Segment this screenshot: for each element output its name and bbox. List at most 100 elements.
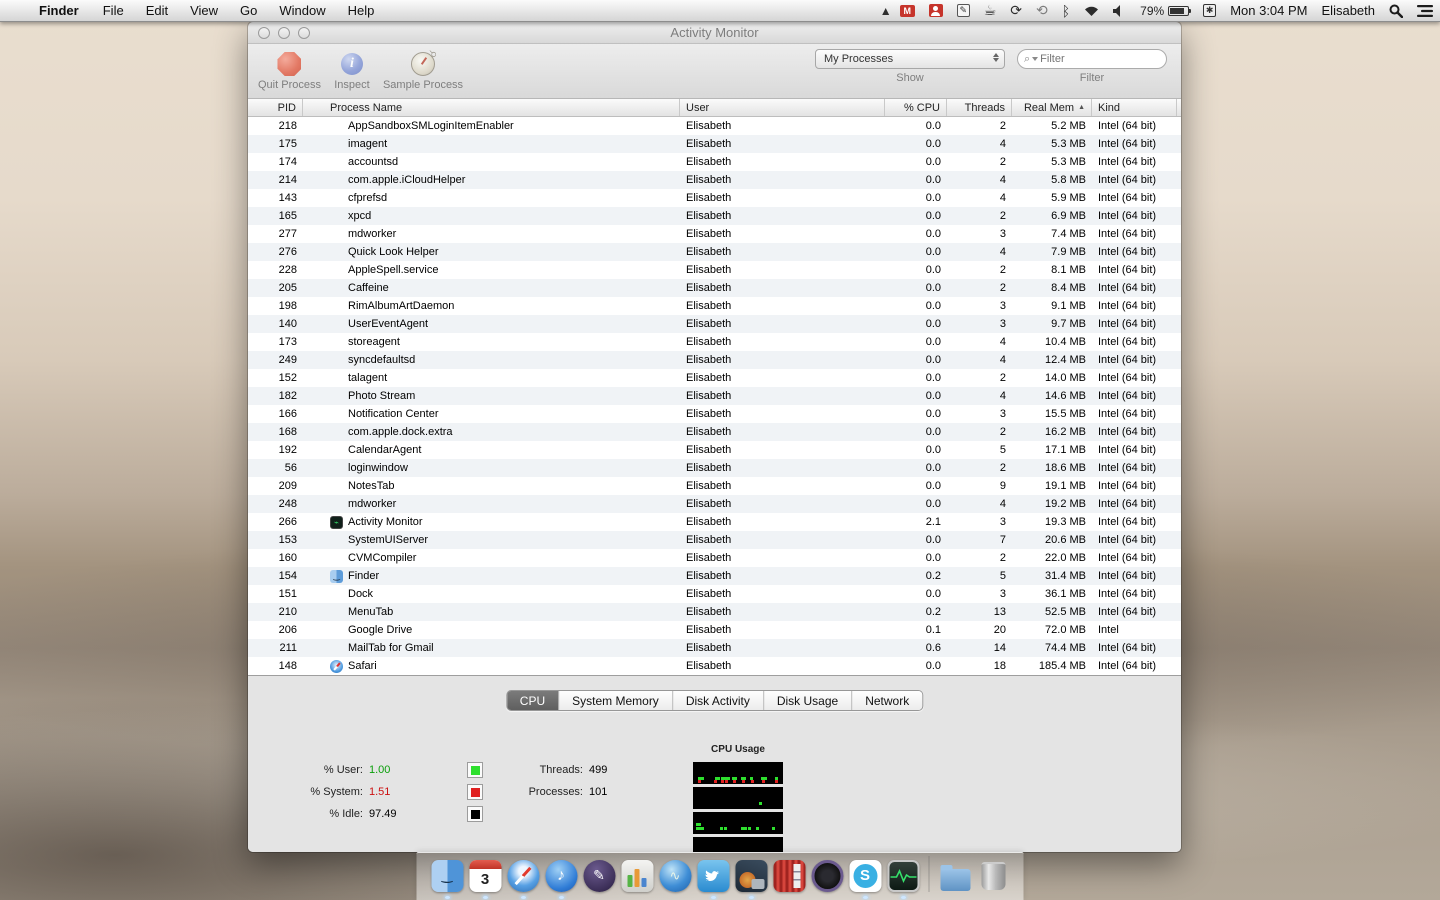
- dock-item-trash[interactable]: [977, 859, 1010, 892]
- dock-item-aperture[interactable]: [811, 859, 844, 892]
- bluetooth-icon[interactable]: ᛒ: [1055, 0, 1077, 21]
- process-row[interactable]: 56 loginwindow Elisabeth 0.0 2 18.6 MB Intel (…: [248, 459, 1181, 477]
- process-row[interactable]: 148 Safari Elisabeth 0.0 18 185.4 MB Intel (64…: [248, 657, 1181, 675]
- quit-process-button[interactable]: Quit Process: [258, 49, 321, 91]
- spotlight-icon[interactable]: [1382, 0, 1410, 21]
- sync-icon[interactable]: ⟳: [1003, 0, 1029, 21]
- menu-item-file[interactable]: File: [92, 0, 135, 22]
- wifi-icon[interactable]: [1077, 0, 1106, 21]
- process-row[interactable]: 218 AppSandboxSMLoginItemEnabler Elisabeth…: [248, 117, 1181, 135]
- menu-item-view[interactable]: View: [179, 0, 229, 22]
- input-menu-icon[interactable]: ✱: [1196, 0, 1223, 21]
- user-color-well[interactable]: [467, 762, 483, 778]
- process-row[interactable]: 143 cfprefsd Elisabeth 0.0 4 5.9 MB Intel (64 …: [248, 189, 1181, 207]
- menu-item-help[interactable]: Help: [337, 0, 386, 22]
- iphoto-icon: [735, 859, 767, 892]
- process-row[interactable]: 151 Dock Elisabeth 0.0 3 36.1 MB Intel (64 bit…: [248, 585, 1181, 603]
- minimize-button[interactable]: [278, 26, 290, 39]
- process-row[interactable]: 209 NotesTab Elisabeth 0.0 9 19.1 MB Intel (64…: [248, 477, 1181, 495]
- dock-item-photo-booth[interactable]: [773, 859, 806, 892]
- tab-system-memory[interactable]: System Memory: [559, 691, 673, 710]
- dock-item-skype[interactable]: S: [849, 859, 882, 899]
- process-row[interactable]: 266 ⌁ Activity Monitor Elisabeth 2.1 3 19.3 MB…: [248, 513, 1181, 531]
- process-row[interactable]: 154 ‿ Finder Elisabeth 0.2 5 31.4 MB Intel (64 …: [248, 567, 1181, 585]
- process-row[interactable]: 214 com.apple.iCloudHelper Elisabeth 0.0 4 5.…: [248, 171, 1181, 189]
- column-header-user[interactable]: User: [680, 99, 885, 116]
- close-button[interactable]: [258, 26, 270, 39]
- dock-item-itunes[interactable]: ♪: [545, 859, 578, 899]
- documents-folder-icon: [940, 864, 970, 891]
- menu-item-go[interactable]: Go: [229, 0, 268, 22]
- notification-center-icon[interactable]: [1410, 0, 1440, 21]
- process-name: Caffeine: [348, 282, 389, 294]
- process-row[interactable]: 175 imagent Elisabeth 0.0 4 5.3 MB Intel (64 b…: [248, 135, 1181, 153]
- tab-disk-activity[interactable]: Disk Activity: [672, 691, 764, 710]
- show-dropdown[interactable]: My Processes: [815, 49, 1005, 69]
- process-row[interactable]: 166 Notification Center Elisabeth 0.0 3 15.5 …: [248, 405, 1181, 423]
- column-header-cpu[interactable]: % CPU: [885, 99, 947, 116]
- process-name: Dock: [348, 588, 374, 600]
- process-row[interactable]: 198 RimAlbumArtDaemon Elisabeth 0.0 3 9.1 MB I…: [248, 297, 1181, 315]
- process-row[interactable]: 182 Photo Stream Elisabeth 0.0 4 14.6 MB Intel…: [248, 387, 1181, 405]
- sample-process-button[interactable]: Sample Process: [383, 49, 463, 91]
- tab-cpu[interactable]: CPU: [506, 691, 560, 710]
- process-row[interactable]: 174 accountsd Elisabeth 0.0 2 5.3 MB Intel (64…: [248, 153, 1181, 171]
- menu-clock[interactable]: Mon 3:04 PM: [1223, 0, 1314, 21]
- dock-item-twitter[interactable]: [697, 859, 730, 899]
- dock-item-calendar[interactable]: 3: [469, 859, 502, 899]
- dock-item-iphoto[interactable]: [735, 859, 768, 899]
- dock-item-documents-folder[interactable]: [939, 859, 972, 892]
- process-row[interactable]: 210 MenuTab Elisabeth 0.2 13 52.5 MB Intel (64…: [248, 603, 1181, 621]
- process-row[interactable]: 168 com.apple.dock.extra Elisabeth 0.0 2 16.2…: [248, 423, 1181, 441]
- process-row[interactable]: 152 talagent Elisabeth 0.0 2 14.0 MB Intel (64…: [248, 369, 1181, 387]
- menu-item-edit[interactable]: Edit: [135, 0, 179, 22]
- column-header-threads[interactable]: Threads: [947, 99, 1012, 116]
- process-row[interactable]: 173 storeagent Elisabeth 0.0 4 10.4 MB Intel (…: [248, 333, 1181, 351]
- idle-color-well[interactable]: [467, 806, 483, 822]
- inspect-button[interactable]: i Inspect: [321, 49, 383, 91]
- process-row[interactable]: 249 syncdefaultsd Elisabeth 0.0 4 12.4 MB Inte…: [248, 351, 1181, 369]
- fast-user-switch[interactable]: Elisabeth: [1315, 0, 1382, 21]
- caffeine-icon[interactable]: ☕: [977, 0, 1004, 21]
- time-machine-icon[interactable]: ⟲: [1029, 0, 1055, 21]
- process-row[interactable]: 276 Quick Look Helper Elisabeth 0.0 4 7.9 MB I…: [248, 243, 1181, 261]
- column-header-pid[interactable]: PID: [248, 99, 303, 116]
- menu-app-name[interactable]: Finder: [28, 0, 92, 22]
- process-row[interactable]: 140 UserEventAgent Elisabeth 0.0 3 9.7 MB Inte…: [248, 315, 1181, 333]
- title-bar[interactable]: Activity Monitor: [248, 22, 1181, 44]
- column-header-name[interactable]: Process Name: [303, 99, 680, 116]
- dock-item-safari[interactable]: [507, 859, 540, 899]
- tab-network[interactable]: Network: [852, 691, 923, 710]
- battery-indicator[interactable]: 79%: [1133, 0, 1196, 21]
- process-row[interactable]: 211 MailTab for Gmail Elisabeth 0.6 14 74.4 M…: [248, 639, 1181, 657]
- volume-icon[interactable]: [1106, 0, 1133, 21]
- column-header-realmem[interactable]: Real Mem ▲: [1012, 99, 1092, 116]
- tab-disk-usage[interactable]: Disk Usage: [763, 691, 853, 710]
- zoom-button[interactable]: [298, 26, 310, 39]
- show-dropdown-value: My Processes: [824, 53, 894, 65]
- dock-item-pen-app[interactable]: ✎: [583, 859, 616, 892]
- menu-item-window[interactable]: Window: [268, 0, 336, 22]
- process-row[interactable]: 192 CalendarAgent Elisabeth 0.0 5 17.1 MB Inte…: [248, 441, 1181, 459]
- contacts-icon[interactable]: [922, 0, 950, 21]
- process-row[interactable]: 205 Caffeine Elisabeth 0.0 2 8.4 MB Intel (64 …: [248, 279, 1181, 297]
- process-row[interactable]: 153 SystemUIServer Elisabeth 0.0 7 20.6 MB Int…: [248, 531, 1181, 549]
- dock-item-finder[interactable]: ‿: [431, 859, 464, 899]
- process-row[interactable]: 228 AppleSpell.service Elisabeth 0.0 2 8.1 MB…: [248, 261, 1181, 279]
- gmail-icon[interactable]: M: [893, 0, 922, 21]
- dock-item-google-earth[interactable]: ∿: [659, 859, 692, 892]
- process-row[interactable]: 160 CVMCompiler Elisabeth 0.0 2 22.0 MB Intel …: [248, 549, 1181, 567]
- process-row[interactable]: 277 mdworker Elisabeth 0.0 3 7.4 MB Intel (64 …: [248, 225, 1181, 243]
- process-row[interactable]: 206 Google Drive Elisabeth 0.1 20 72.0 MB Inte…: [248, 621, 1181, 639]
- column-header-kind[interactable]: Kind: [1092, 99, 1177, 116]
- system-color-well[interactable]: [467, 784, 483, 800]
- filter-input[interactable]: [1040, 53, 1141, 65]
- dock-item-activity-monitor[interactable]: [887, 859, 920, 899]
- threads-value: 499: [589, 764, 608, 776]
- notes-icon[interactable]: ✎: [950, 0, 977, 21]
- process-row[interactable]: 165 xpcd Elisabeth 0.0 2 6.9 MB Intel (64 bit): [248, 207, 1181, 225]
- process-row[interactable]: 248 mdworker Elisabeth 0.0 4 19.2 MB Intel (64…: [248, 495, 1181, 513]
- dock-item-charts-app[interactable]: [621, 859, 654, 892]
- filter-field[interactable]: ⌕: [1017, 49, 1167, 69]
- google-drive-icon[interactable]: ▲: [879, 4, 893, 18]
